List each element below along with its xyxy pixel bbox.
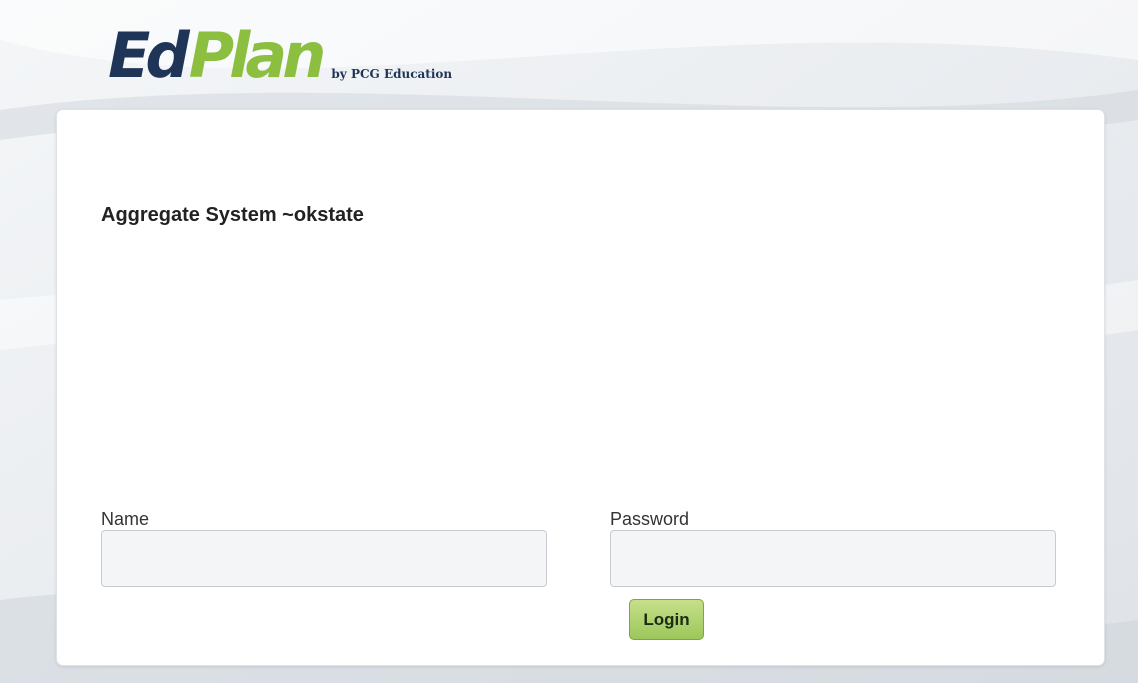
name-label: Name bbox=[101, 509, 150, 529]
name-field[interactable] bbox=[101, 530, 547, 587]
login-button[interactable]: Login bbox=[629, 599, 704, 640]
logo-plan: Plan bbox=[188, 19, 327, 92]
logo-byline: by PCG Education bbox=[331, 67, 453, 81]
system-title: Aggregate System ~okstate bbox=[101, 204, 364, 226]
logo-ed: Ed bbox=[108, 19, 190, 92]
edplan-logo: Ed Plan by PCG Education bbox=[108, 19, 453, 92]
login-card: Aggregate System ~okstate Name Password … bbox=[56, 109, 1105, 666]
password-field[interactable] bbox=[610, 530, 1056, 587]
password-label: Password bbox=[610, 509, 690, 529]
